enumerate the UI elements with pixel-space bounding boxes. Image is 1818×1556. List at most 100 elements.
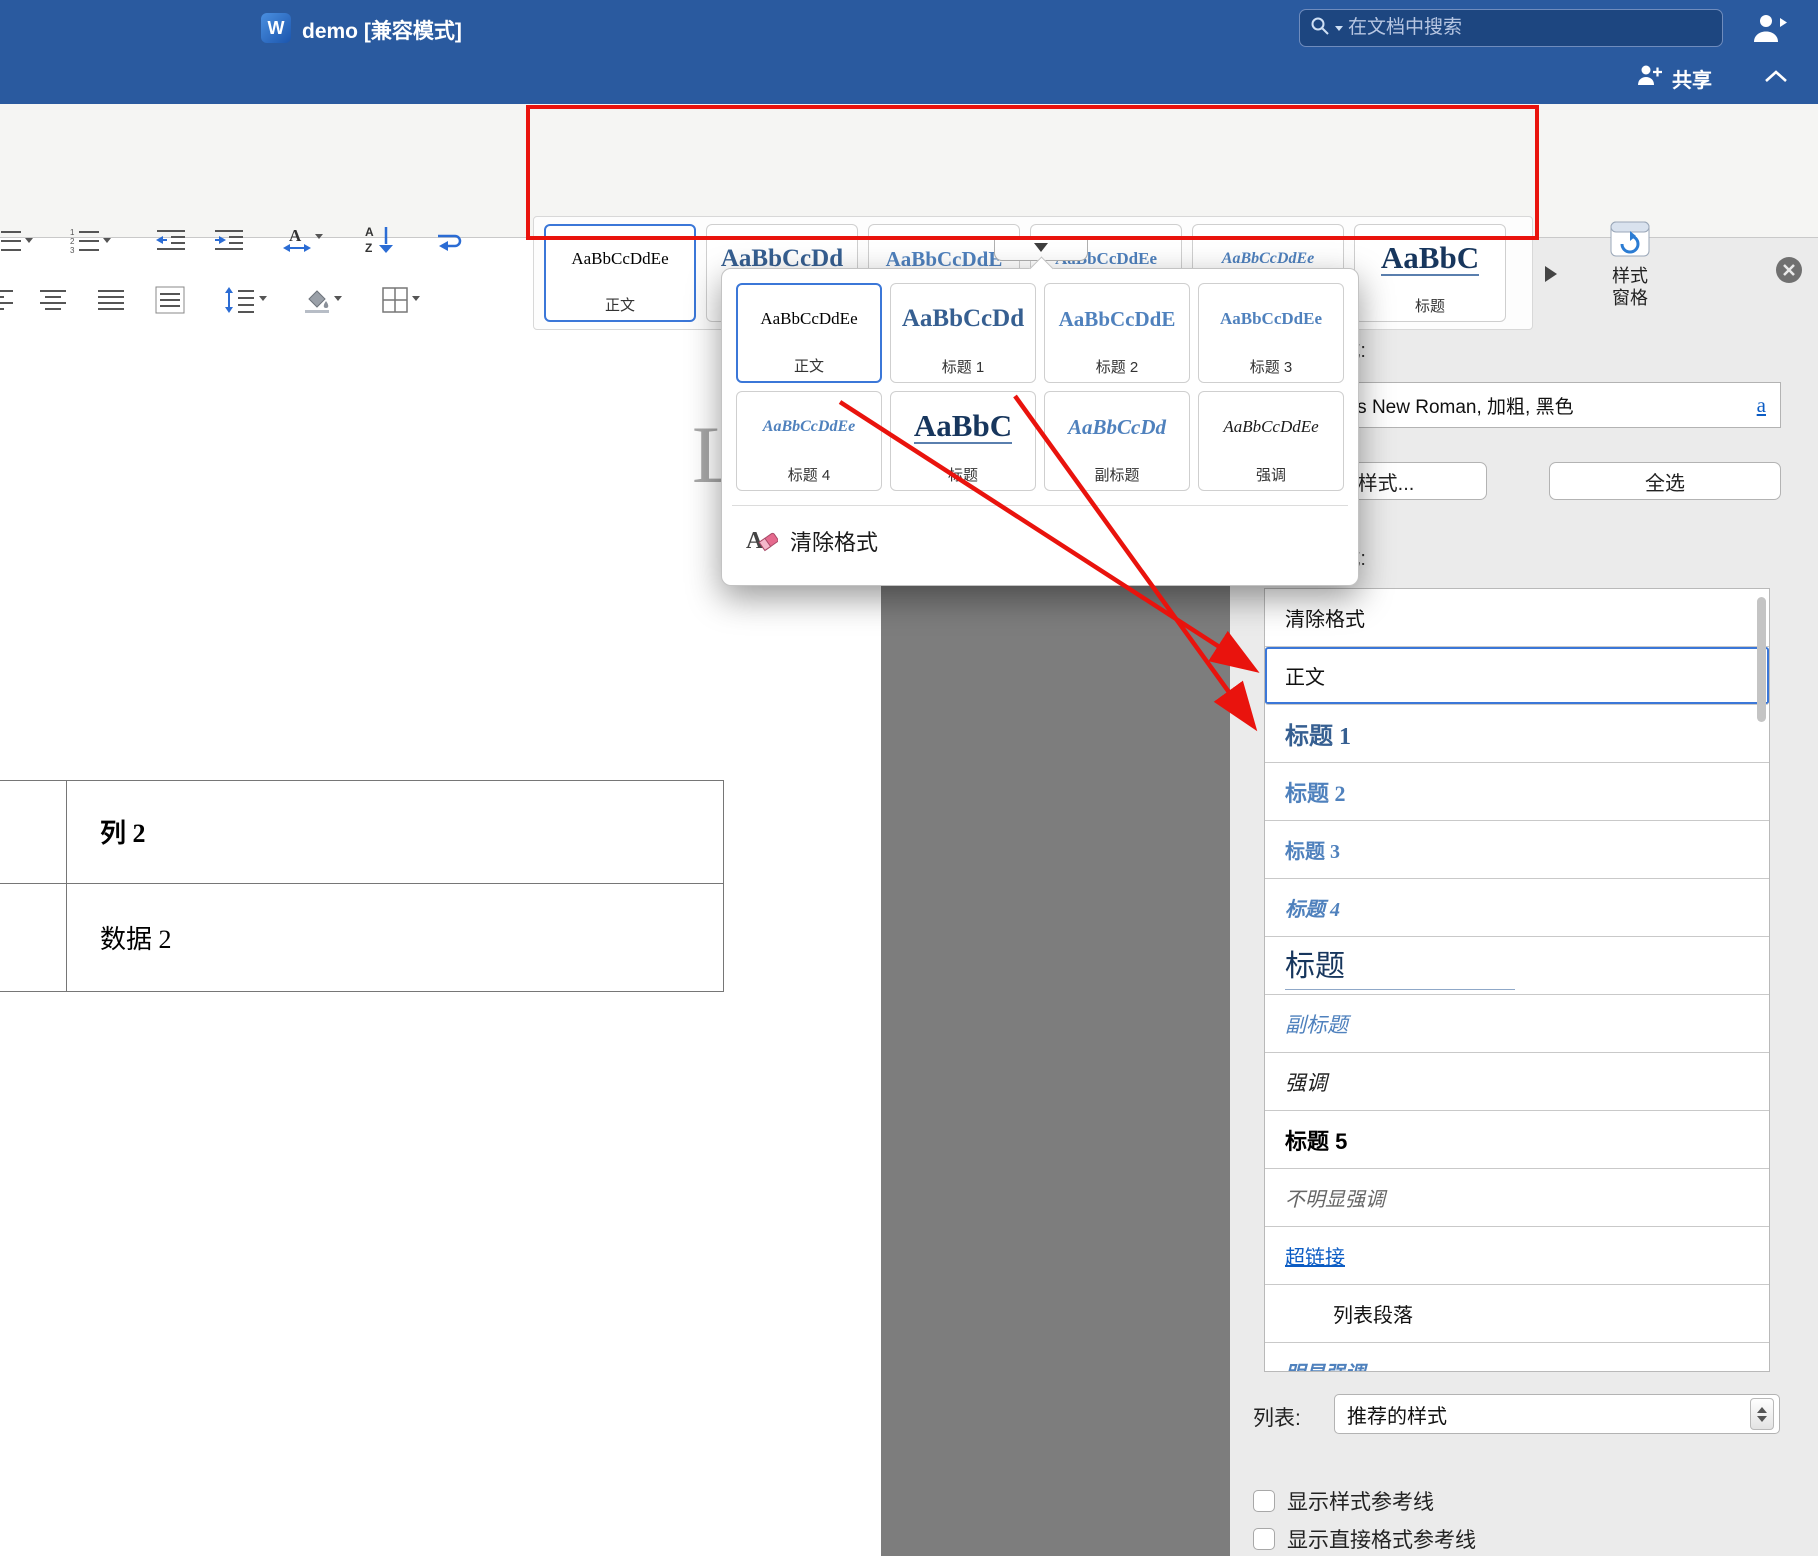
bullet-list-button[interactable]	[0, 228, 33, 259]
style-item-label: 标题 4	[1285, 899, 1340, 921]
paint-bucket-icon	[303, 286, 331, 319]
dropdown-style-heading1[interactable]: AaBbCcDd 标题 1	[890, 283, 1036, 383]
collapse-ribbon-button[interactable]	[1764, 70, 1788, 88]
style-item-hyperlink[interactable]: 超链接	[1265, 1227, 1769, 1285]
table-column-divider	[66, 781, 67, 991]
gallery-scroll-right-icon[interactable]	[1545, 266, 1565, 282]
style-item-clear-formatting[interactable]: 清除格式	[1265, 589, 1769, 647]
search-input[interactable]	[1348, 17, 1712, 39]
direct-formatting-guides-checkbox[interactable]	[1253, 1528, 1275, 1550]
account-switch-button[interactable]	[1750, 12, 1790, 49]
line-spacing-button[interactable]	[224, 286, 267, 319]
style-item-heading2[interactable]: 标题 2	[1265, 763, 1769, 821]
numbered-list-button[interactable]: 123	[70, 228, 111, 259]
increase-indent-icon	[213, 228, 245, 259]
dropdown-style-normal[interactable]: AaBbCcDdEe 正文	[736, 283, 882, 383]
style-item-title[interactable]: 标题	[1265, 937, 1769, 995]
style-preview: AaBbCcDd	[901, 305, 1025, 332]
paragraph-direction-button[interactable]	[433, 228, 465, 259]
align-left-icon	[0, 288, 14, 317]
style-preview: AaBbCcDdEe	[1223, 417, 1319, 436]
styles-gallery-dropdown: AaBbCcDdEe 正文 AaBbCcDd 标题 1 AaBbCcDdE 标题…	[721, 256, 1359, 586]
dropdown-style-subtitle[interactable]: AaBbCcDd 副标题	[1044, 391, 1190, 491]
style-item-label: 明显强调	[1285, 1357, 1365, 1371]
combobox-stepper[interactable]	[1750, 1398, 1774, 1430]
dropdown-caret-icon[interactable]	[103, 238, 111, 247]
select-all-button[interactable]: 全选	[1549, 462, 1781, 500]
table-header-cell[interactable]: 列 2	[100, 813, 146, 850]
character-style-indicator[interactable]: a	[1757, 393, 1766, 418]
svg-text:Z: Z	[365, 241, 372, 254]
dropdown-style-heading2[interactable]: AaBbCcDdE 标题 2	[1044, 283, 1190, 383]
shading-button[interactable]	[303, 286, 342, 319]
borders-button[interactable]	[381, 286, 420, 319]
fit-text-button[interactable]: A	[282, 224, 323, 259]
style-guides-checkbox[interactable]	[1253, 1490, 1275, 1512]
style-pane-icon	[1608, 218, 1652, 265]
clear-formatting-menu-item[interactable]: A 清除格式	[736, 517, 888, 565]
dropdown-caret-icon[interactable]	[334, 296, 342, 305]
table-data-cell[interactable]: 数据 2	[100, 919, 172, 956]
style-item-label: 超链接	[1285, 1247, 1345, 1269]
style-item-label: 清除格式	[1285, 609, 1365, 631]
dropdown-caret-icon[interactable]	[315, 234, 323, 243]
show-style-guides-row: 显示样式参考线	[1253, 1486, 1434, 1516]
borders-grid-icon	[381, 286, 409, 319]
word-app-icon: W	[261, 13, 291, 43]
style-pane-label-line1: 样式	[1612, 266, 1648, 286]
style-item-intense-emphasis[interactable]: 明显强调	[1265, 1343, 1769, 1371]
decrease-indent-button[interactable]	[155, 228, 187, 259]
align-justify-button[interactable]	[97, 288, 125, 317]
align-center-icon	[39, 288, 67, 317]
style-item-subtle-emphasis[interactable]: 不明显强调	[1265, 1169, 1769, 1227]
style-item-list-paragraph[interactable]: 列表段落	[1265, 1285, 1769, 1343]
list-filter-combobox[interactable]: 推荐的样式	[1334, 1394, 1780, 1434]
style-label: 标题 2	[1095, 359, 1139, 376]
document-table[interactable]	[0, 780, 724, 992]
style-item-label: 不明显强调	[1285, 1189, 1385, 1211]
add-person-icon	[1636, 64, 1663, 93]
return-arrow-icon	[433, 228, 465, 259]
style-item-heading3[interactable]: 标题 3	[1265, 821, 1769, 879]
user-icon	[1750, 15, 1790, 48]
show-direct-formatting-guides-row: 显示直接格式参考线	[1253, 1524, 1476, 1554]
dropdown-style-emphasis[interactable]: AaBbCcDdEe 强调	[1198, 391, 1344, 491]
style-item-normal[interactable]: 正文	[1265, 647, 1769, 705]
style-label: 强调	[1255, 467, 1286, 484]
style-item-label: 标题 5	[1285, 1128, 1348, 1154]
style-item-heading1[interactable]: 标题 1	[1265, 705, 1769, 763]
distribute-text-button[interactable]	[155, 286, 185, 319]
align-justify-icon	[97, 288, 125, 317]
style-item-label: 标题	[1285, 941, 1515, 990]
align-left-button[interactable]	[0, 288, 14, 317]
dropdown-caret-icon[interactable]	[412, 296, 420, 305]
eraser-icon: A	[746, 524, 779, 559]
svg-text:A: A	[365, 225, 374, 239]
chevron-up-icon	[1764, 70, 1788, 87]
gallery-style-title[interactable]: AaBbC 标题	[1354, 224, 1506, 322]
dropdown-style-heading4[interactable]: AaBbCcDdEe 标题 4	[736, 391, 882, 491]
style-label: 标题	[1414, 298, 1445, 315]
gallery-style-normal[interactable]: AaBbCcDdEe 正文	[544, 224, 696, 322]
align-center-button[interactable]	[39, 288, 67, 317]
dropdown-divider	[732, 505, 1348, 506]
style-pane-button[interactable]: 样式 窗格	[1578, 218, 1682, 332]
list-scrollbar[interactable]	[1757, 597, 1766, 722]
dropdown-caret-icon[interactable]	[259, 296, 267, 305]
pane-close-button[interactable]	[1774, 255, 1804, 290]
share-button[interactable]: 共享	[1636, 64, 1712, 93]
increase-indent-button[interactable]	[213, 228, 245, 259]
svg-text:A: A	[289, 226, 302, 245]
search-box[interactable]	[1299, 9, 1723, 47]
style-item-emphasis[interactable]: 强调	[1265, 1053, 1769, 1111]
style-item-heading5[interactable]: 标题 5	[1265, 1111, 1769, 1169]
sort-button[interactable]: AZ	[363, 224, 395, 259]
style-item-heading4[interactable]: 标题 4	[1265, 879, 1769, 937]
style-label: 标题	[947, 467, 978, 484]
fit-text-icon: A	[282, 224, 312, 259]
dropdown-style-title[interactable]: AaBbC 标题	[890, 391, 1036, 491]
dropdown-style-heading3[interactable]: AaBbCcDdEe 标题 3	[1198, 283, 1344, 383]
dropdown-caret-icon[interactable]	[25, 238, 33, 247]
search-scope-caret-icon[interactable]	[1335, 26, 1343, 35]
style-item-subtitle[interactable]: 副标题	[1265, 995, 1769, 1053]
